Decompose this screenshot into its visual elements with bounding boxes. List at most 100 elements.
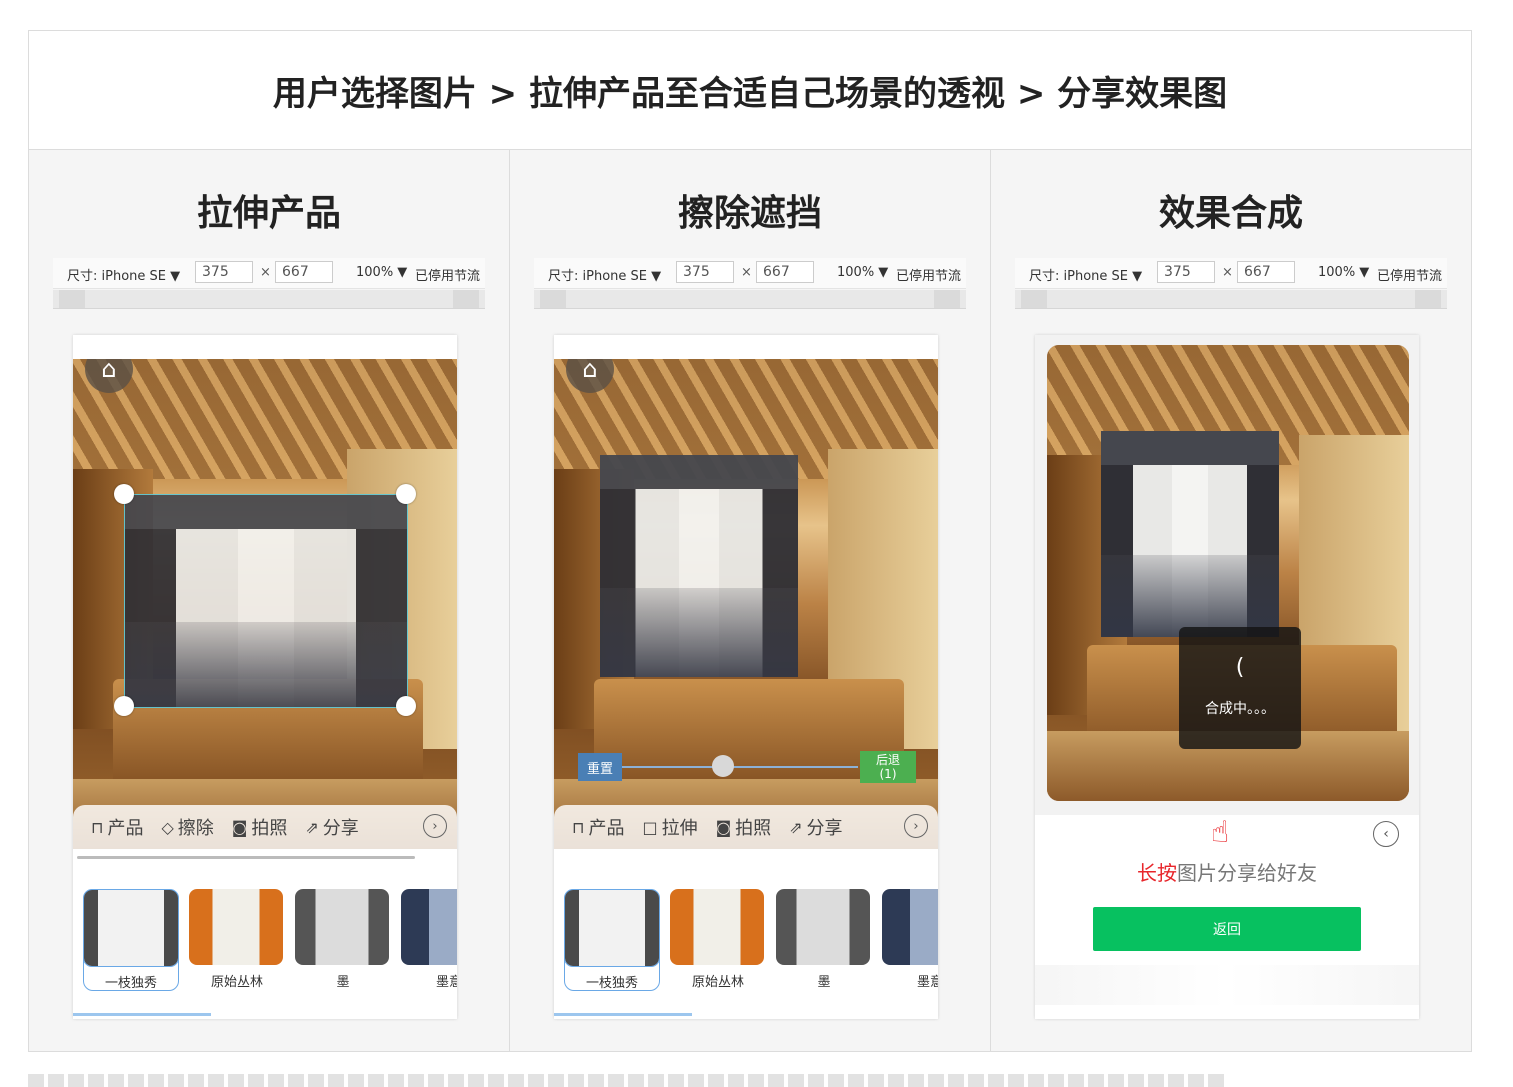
page-title: 用户选择图片 > 拉伸产品至合适自己场景的透视 > 分享效果图: [29, 31, 1471, 150]
curtain-product-overlay[interactable]: [124, 494, 408, 708]
product-thumbnail: [83, 889, 179, 967]
drag-handle-bottom-left[interactable]: [114, 696, 134, 716]
chevron-right-icon[interactable]: ›: [423, 814, 447, 838]
loading-text: 合成中。。。: [1205, 701, 1275, 717]
toolbar-photo[interactable]: ◙ 拍照: [716, 814, 772, 840]
curtain-product: [600, 455, 798, 677]
product-list: 一枝独秀 原始丛林 墨 墨意: [564, 889, 938, 993]
toolbar-product[interactable]: ⊓ 产品: [91, 814, 143, 840]
height-input[interactable]: 667: [1237, 261, 1295, 283]
toolbar-product[interactable]: ⊓ 产品: [572, 814, 624, 840]
ruler: [1015, 290, 1447, 309]
device-size-select[interactable]: 尺寸: iPhone SE ▼: [67, 265, 180, 284]
product-name: 一枝独秀: [104, 976, 157, 991]
device-size-select[interactable]: 尺寸: iPhone SE ▼: [1029, 265, 1142, 284]
toolbar-label: 产品: [588, 818, 625, 839]
tab-indicator: [73, 1013, 211, 1016]
toolbar-label: 擦除: [177, 818, 214, 839]
result-image[interactable]: ( 合成中。。。: [1047, 345, 1409, 801]
column-stretch: 拉伸产品 尺寸: iPhone SE ▼ 375 × 667 100% ▼ 已停…: [29, 150, 510, 1051]
times-sign: ×: [1222, 265, 1233, 280]
return-button[interactable]: 返回: [1093, 907, 1361, 951]
column-erase: 擦除遮挡 尺寸: iPhone SE ▼ 375 × 667 100% ▼ 已停…: [510, 150, 991, 1051]
height-input[interactable]: 667: [275, 261, 333, 283]
product-thumbnail: [776, 889, 870, 965]
undo-button[interactable]: 后退 (1): [860, 751, 916, 783]
toolbar-label: 产品: [107, 818, 144, 839]
product-item[interactable]: 墨意: [401, 889, 457, 993]
product-item[interactable]: 墨意: [882, 889, 938, 993]
zoom-select[interactable]: 100% ▼: [356, 265, 407, 280]
ruler: [53, 290, 485, 309]
toolbar-label: 分享: [322, 818, 359, 839]
erase-controls: 重置 后退 (1): [578, 751, 916, 783]
zoom-select[interactable]: 100% ▼: [837, 265, 888, 280]
room-scene-image: ⌂: [73, 359, 457, 849]
product-item[interactable]: 墨: [776, 889, 872, 993]
throttle-select[interactable]: 已停用节流: [415, 265, 485, 284]
phone-screen: 重置 后退 (1) ⌂ ⊓ 产品 □ 拉伸 ◙ 拍照 ⇗ 分享 › 一枝独秀 原始丛林 墨…: [554, 335, 938, 1019]
height-input[interactable]: 667: [756, 261, 814, 283]
throttle-select[interactable]: 已停用节流: [1377, 265, 1447, 284]
product-item[interactable]: 原始丛林: [670, 889, 766, 993]
chevron-right-icon[interactable]: ›: [904, 814, 928, 838]
toolbar-erase[interactable]: ◇ 擦除: [161, 814, 213, 840]
share-hint-text: 图片分享给好友: [1177, 861, 1317, 885]
toolbar-stretch[interactable]: □ 拉伸: [642, 814, 697, 840]
throttle-select[interactable]: 已停用节流: [896, 265, 966, 284]
product-thumbnail: [295, 889, 389, 965]
product-name: 原始丛林: [691, 975, 744, 990]
toolbar-share[interactable]: ⇗ 分享: [305, 814, 358, 840]
product-name: 墨意: [435, 975, 457, 990]
product-name: 墨意: [916, 975, 938, 990]
product-name: 原始丛林: [210, 975, 263, 990]
product-icon: ⊓: [572, 817, 585, 837]
share-panel: ☝ ‹ 长按图片分享给好友 返回: [1035, 815, 1419, 1019]
loading-spinner-icon: (: [1235, 655, 1245, 680]
times-sign: ×: [741, 265, 752, 280]
product-list: 一枝独秀 原始丛林 墨 墨意: [83, 889, 457, 993]
pointer-hand-icon: ☝: [1211, 815, 1230, 850]
product-icon: ⊓: [91, 817, 104, 837]
toolbar-photo[interactable]: ◙ 拍照: [232, 814, 288, 840]
drag-handle-top-left[interactable]: [114, 484, 134, 504]
share-icon: ⇗: [789, 817, 803, 837]
product-item[interactable]: 原始丛林: [189, 889, 285, 993]
product-name: 墨: [336, 975, 350, 990]
drag-handle-top-right[interactable]: [396, 484, 416, 504]
width-input[interactable]: 375: [195, 261, 253, 283]
brush-size-track[interactable]: [622, 766, 858, 768]
chevron-left-icon[interactable]: ‹: [1373, 821, 1399, 847]
room-scene-image: 重置 后退 (1) ⌂: [554, 359, 938, 849]
tab-indicator: [554, 1013, 692, 1016]
device-size-select[interactable]: 尺寸: iPhone SE ▼: [548, 265, 661, 284]
product-item[interactable]: 一枝独秀: [83, 889, 179, 991]
stretch-icon: □: [642, 817, 658, 837]
cut-off-text-line: [28, 1074, 1228, 1087]
camera-icon: ◙: [715, 817, 732, 837]
devtools-bar: 尺寸: iPhone SE ▼ 375 × 667 100% ▼ 已停用节流: [53, 258, 485, 289]
undo-count: (1): [879, 767, 897, 781]
width-input[interactable]: 375: [676, 261, 734, 283]
tool-bar: ⊓ 产品 ◇ 擦除 ◙ 拍照 ⇗ 分享 ›: [73, 805, 457, 849]
product-thumbnail: [882, 889, 938, 965]
times-sign: ×: [260, 265, 271, 280]
column-result: 效果合成 尺寸: iPhone SE ▼ 375 × 667 100% ▼ 已停…: [991, 150, 1471, 1051]
zoom-select[interactable]: 100% ▼: [1318, 265, 1369, 280]
toolbar-label: 分享: [806, 818, 843, 839]
product-thumbnail: [401, 889, 457, 965]
product-item[interactable]: 墨: [295, 889, 391, 993]
toolbar-label: 拍照: [251, 818, 288, 839]
product-item[interactable]: 一枝独秀: [564, 889, 660, 991]
width-input[interactable]: 375: [1157, 261, 1215, 283]
devtools-bar: 尺寸: iPhone SE ▼ 375 × 667 100% ▼ 已停用节流: [1015, 258, 1447, 289]
reset-button[interactable]: 重置: [578, 753, 622, 781]
figure-frame: 用户选择图片 > 拉伸产品至合适自己场景的透视 > 分享效果图 拉伸产品 尺寸:…: [28, 30, 1472, 1052]
share-icon: ⇗: [305, 817, 319, 837]
toolbar-share[interactable]: ⇗ 分享: [789, 814, 842, 840]
toolbar-label: 拉伸: [661, 818, 698, 839]
column-title: 擦除遮挡: [677, 193, 822, 234]
eraser-icon: ◇: [161, 817, 174, 837]
brush-size-knob[interactable]: [712, 755, 734, 777]
drag-handle-bottom-right[interactable]: [396, 696, 416, 716]
